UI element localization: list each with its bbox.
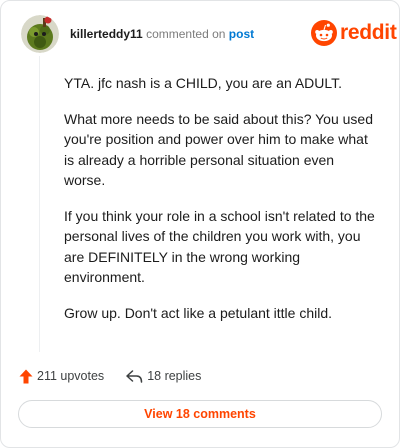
avatar[interactable] — [21, 15, 59, 53]
comment-paragraph: Grow up. Don't act like a petulant ittle… — [64, 304, 333, 321]
comment-body: YTA. jfc nash is a CHILD, you are an ADU… — [64, 73, 376, 338]
thread-line — [39, 56, 40, 352]
brand-name: reddit — [340, 21, 397, 44]
comment-meta: killerteddy11 commented on post — [70, 27, 254, 41]
comment-paragraph: What more needs to be said about this? Y… — [64, 110, 373, 189]
comment-paragraph: If you think your role in a school isn't… — [64, 207, 375, 286]
action-text: commented on — [146, 27, 226, 41]
reply-count: 18 replies — [147, 369, 202, 383]
post-link[interactable]: post — [229, 27, 254, 41]
reddit-logo[interactable]: reddit — [311, 19, 397, 47]
comment-paragraph: YTA. jfc nash is a CHILD, you are an ADU… — [64, 75, 343, 91]
user-avatar-icon — [21, 15, 59, 53]
username-link[interactable]: killerteddy11 — [70, 27, 143, 41]
comment-actions: 211 upvotes 18 replies — [19, 367, 201, 385]
comment-card: killerteddy11 commented on post reddit Y… — [0, 0, 400, 448]
upvote-button[interactable]: 211 upvotes — [19, 369, 104, 384]
upvote-count: 211 upvotes — [37, 369, 105, 383]
upvote-arrow-icon — [19, 369, 33, 383]
replies-button[interactable]: 18 replies — [126, 369, 201, 383]
reddit-snoo-icon — [311, 20, 337, 46]
reply-arrow-icon — [126, 369, 143, 383]
view-comments-button[interactable]: View 18 comments — [18, 400, 382, 428]
